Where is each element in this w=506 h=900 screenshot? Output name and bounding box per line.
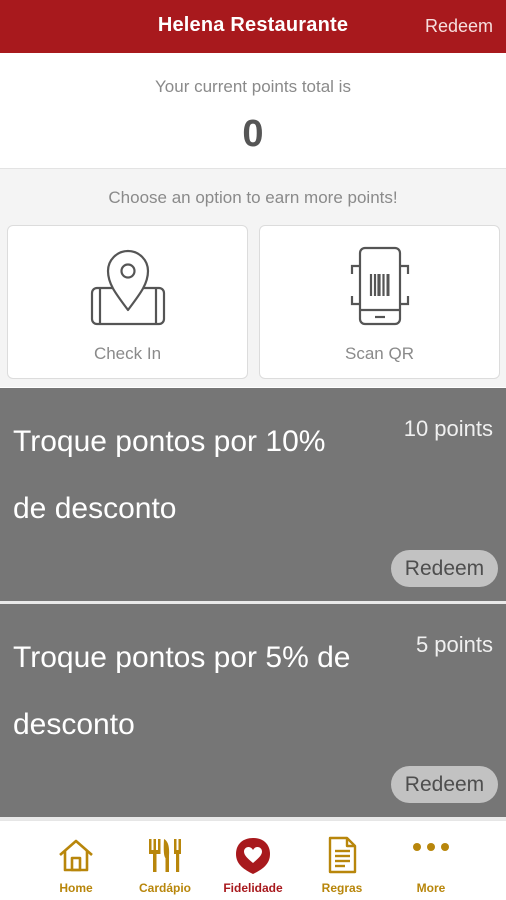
reward-title: Troque pontos por 5% de desconto (13, 641, 351, 741)
document-icon (328, 836, 357, 874)
more-dots-icon (413, 843, 449, 851)
bottom-tab-bar: Home Cardápio Fidelidade Regras More (0, 820, 506, 900)
tab-cardapio[interactable]: Cardápio (125, 821, 205, 900)
points-total-panel: Your current points total is 0 (0, 53, 506, 169)
header-redeem-button[interactable]: Redeem (425, 16, 493, 37)
reward-points: 10 points (403, 416, 493, 441)
tab-cardapio-label: Cardápio (138, 881, 191, 895)
phone-barcode-scan-icon (350, 246, 409, 326)
phone-location-pin-icon (90, 249, 165, 326)
tab-fidelidade[interactable]: Fidelidade (213, 821, 293, 900)
reward-title: Troque pontos por 10% de desconto (13, 425, 326, 525)
tab-more-label: More (416, 881, 446, 895)
check-in-option[interactable]: Check In (7, 225, 248, 379)
scan-qr-option[interactable]: Scan QR (259, 225, 500, 379)
reward-card: Troque pontos por 10% de desconto 10 poi… (0, 388, 506, 601)
points-caption: Your current points total is (155, 77, 351, 96)
heart-icon (236, 838, 270, 874)
earn-points-section: Choose an option to earn more points! Ch… (0, 169, 506, 387)
tab-fidelidade-label: Fidelidade (223, 881, 283, 895)
cutlery-icon (149, 839, 181, 872)
scan-qr-label: Scan QR (345, 344, 414, 363)
tab-regras-label: Regras (321, 881, 363, 895)
reward-redeem-button[interactable]: Redeem (391, 550, 498, 587)
check-in-label: Check In (93, 344, 162, 363)
app-header: Helena Restaurante Redeem (0, 0, 506, 53)
tab-more[interactable]: More (391, 821, 471, 900)
tab-regras[interactable]: Regras (302, 821, 382, 900)
earn-caption: Choose an option to earn more points! (108, 188, 398, 207)
points-value: 0 (242, 113, 264, 155)
tab-home-label: Home (59, 881, 93, 895)
reward-redeem-button[interactable]: Redeem (391, 766, 498, 803)
home-icon (59, 839, 93, 872)
reward-points: 5 points (415, 632, 493, 657)
reward-card: Troque pontos por 5% de desconto 5 point… (0, 604, 506, 817)
tab-home[interactable]: Home (36, 821, 116, 900)
